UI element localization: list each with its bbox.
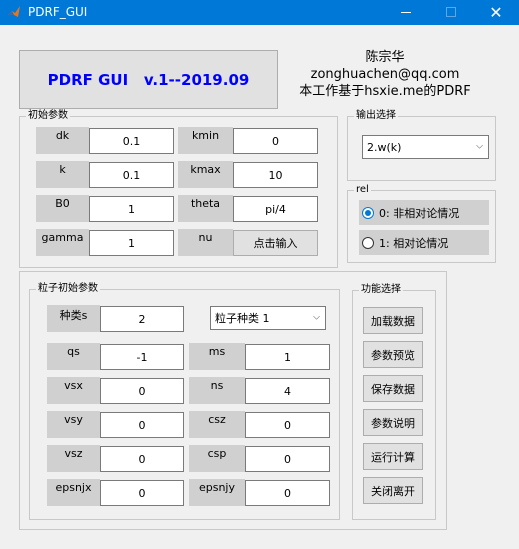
rel-option-0[interactable]: 0: 非相对论情况 bbox=[359, 200, 489, 225]
param-input-dk[interactable]: 0.1 bbox=[89, 128, 174, 154]
param-input-b0[interactable]: 1 bbox=[89, 196, 174, 222]
close-icon[interactable]: ✕ bbox=[473, 0, 519, 25]
particle-label-vsy: vsy bbox=[47, 411, 100, 438]
species-count-label: 种类s bbox=[47, 305, 100, 332]
rel-option-label: 0: 非相对论情况 bbox=[379, 206, 460, 220]
chevron-down-icon: ⌵ bbox=[476, 141, 483, 152]
param-input-kmin[interactable]: 0 bbox=[233, 128, 318, 154]
particle-label-vsx: vsx bbox=[47, 377, 100, 404]
particle-input-csz[interactable]: 0 bbox=[245, 412, 330, 438]
param-input-theta[interactable]: pi/4 bbox=[233, 196, 318, 222]
param-label-gamma: gamma bbox=[36, 229, 89, 256]
load-data-button[interactable]: 加载数据 bbox=[363, 307, 423, 334]
param-input-kmax[interactable]: 10 bbox=[233, 162, 318, 188]
rel-option-label: 1: 相对论情况 bbox=[379, 236, 449, 250]
minimize-icon[interactable] bbox=[383, 0, 429, 25]
particle-input-vsx[interactable]: 0 bbox=[100, 378, 184, 404]
particle-input-ns[interactable]: 4 bbox=[245, 378, 330, 404]
group-title: rel bbox=[354, 183, 371, 197]
output-select[interactable]: 2.w(k) ⌵ bbox=[362, 135, 489, 159]
radio-unselected-icon[interactable] bbox=[362, 236, 374, 249]
save-data-button[interactable]: 保存数据 bbox=[363, 375, 423, 402]
author-email: zonghuachen@qq.com bbox=[310, 67, 460, 82]
nu-input-button[interactable]: 点击输入 bbox=[233, 230, 318, 256]
chevron-down-icon: ⌵ bbox=[313, 312, 320, 323]
particle-input-csp[interactable]: 0 bbox=[245, 446, 330, 472]
run-button[interactable]: 运行计算 bbox=[363, 443, 423, 470]
preview-params-button[interactable]: 参数预览 bbox=[363, 341, 423, 368]
window-title: PDRF_GUI bbox=[28, 5, 88, 19]
matlab-logo-icon bbox=[8, 6, 20, 17]
particle-input-vsz[interactable]: 0 bbox=[100, 446, 184, 472]
radio-selected-icon[interactable] bbox=[362, 206, 374, 219]
param-label-k: k bbox=[36, 161, 89, 188]
group-title: 功能选择 bbox=[359, 283, 403, 297]
particle-label-vsz: vsz bbox=[47, 445, 100, 472]
particle-label-epsnjy: epsnjy bbox=[189, 479, 245, 506]
param-label-kmax: kmax bbox=[178, 161, 233, 188]
rel-option-1[interactable]: 1: 相对论情况 bbox=[359, 230, 489, 255]
maximize-icon[interactable] bbox=[428, 0, 474, 25]
param-input-k[interactable]: 0.1 bbox=[89, 162, 174, 188]
param-label-kmin: kmin bbox=[178, 127, 233, 154]
close-button[interactable]: 关闭离开 bbox=[363, 477, 423, 504]
title-bar: PDRF_GUI ✕ bbox=[0, 0, 519, 25]
app-title-panel: PDRF GUI v.1--2019.09 bbox=[19, 50, 278, 109]
param-input-gamma[interactable]: 1 bbox=[89, 230, 174, 256]
author-block: 陈宗华 zonghuachen@qq.com 本工作基于hsxie.me的PDR… bbox=[280, 49, 490, 100]
particle-label-ns: ns bbox=[189, 377, 245, 404]
particle-label-qs: qs bbox=[47, 343, 100, 370]
param-label-b0: B0 bbox=[36, 195, 89, 222]
group-title: 初始参数 bbox=[26, 109, 70, 123]
particle-input-ms[interactable]: 1 bbox=[245, 344, 330, 370]
particle-input-vsy[interactable]: 0 bbox=[100, 412, 184, 438]
particle-label-epsnjx: epsnjx bbox=[47, 479, 100, 506]
param-help-button[interactable]: 参数说明 bbox=[363, 409, 423, 436]
particle-label-ms: ms bbox=[189, 343, 245, 370]
app-title: PDRF GUI v.1--2019.09 bbox=[47, 70, 250, 89]
species-count-input[interactable]: 2 bbox=[100, 306, 184, 332]
group-title: 粒子初始参数 bbox=[36, 282, 100, 296]
author-name: 陈宗华 bbox=[365, 50, 405, 65]
credit-text: 本工作基于hsxie.me的PDRF bbox=[299, 84, 471, 99]
particle-input-qs[interactable]: -1 bbox=[100, 344, 184, 370]
particle-input-epsnjx[interactable]: 0 bbox=[100, 480, 184, 506]
param-label-theta: theta bbox=[178, 195, 233, 222]
output-select-value: 2.w(k) bbox=[367, 140, 402, 154]
param-label-dk: dk bbox=[36, 127, 89, 154]
param-label-nu: nu bbox=[178, 229, 233, 256]
particle-label-csz: csz bbox=[189, 411, 245, 438]
species-select[interactable]: 粒子种类 1 ⌵ bbox=[210, 306, 326, 330]
particle-input-epsnjy[interactable]: 0 bbox=[245, 480, 330, 506]
group-title: 输出选择 bbox=[354, 109, 398, 123]
species-select-value: 粒子种类 1 bbox=[215, 312, 270, 325]
particle-label-csp: csp bbox=[189, 445, 245, 472]
